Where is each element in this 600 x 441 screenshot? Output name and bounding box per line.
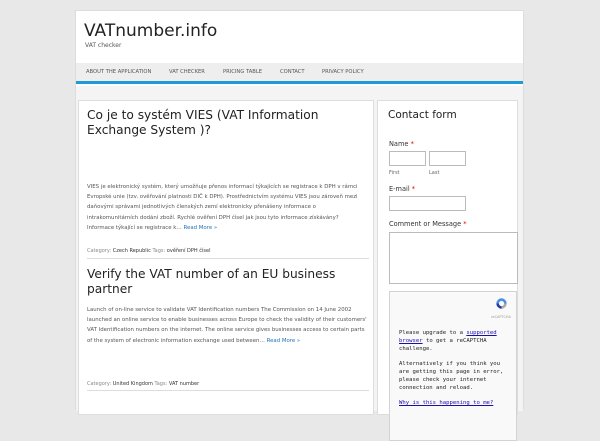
post-excerpt: Launch of on-line service to validate VA… — [87, 305, 367, 346]
tags-label: Tags: — [154, 381, 168, 387]
name-label: Name * — [389, 140, 414, 148]
post-excerpt-text: VIES je elektronický systém, který umožň… — [87, 184, 358, 231]
why-happening-link[interactable]: Why is this happening to me? — [399, 400, 493, 406]
post-divider — [87, 390, 369, 391]
comment-label-text: Comment or Message — [389, 220, 462, 228]
recaptcha-message: Please upgrade to a supported browser to… — [399, 330, 511, 408]
recaptcha-logo-text: reCAPTCHA — [491, 315, 511, 319]
site-title[interactable]: VATnumber.info — [84, 21, 217, 41]
post-excerpt-text: Launch of on-line service to validate VA… — [87, 307, 367, 344]
email-input[interactable] — [389, 196, 466, 211]
recaptcha-frame: reCAPTCHA Please upgrade to a supported … — [389, 291, 517, 441]
captcha-message-text: Please upgrade to a — [399, 330, 467, 336]
required-mark: * — [411, 185, 416, 193]
post-title[interactable]: Verify the VAT number of an EU business … — [87, 267, 369, 297]
email-label: E-mail * — [389, 185, 415, 193]
comment-label: Comment or Message * — [389, 220, 467, 228]
first-name-input[interactable] — [389, 151, 426, 166]
post-title[interactable]: Co je to systém VIES (VAT Information Ex… — [87, 108, 369, 138]
tag-link[interactable]: ověření DPH čísel — [167, 248, 211, 254]
nav-item-vat-checker[interactable]: VAT checker — [169, 69, 205, 75]
page-container: VATnumber.info VAT checker About the app… — [75, 10, 524, 441]
post-vies: Co je to systém VIES (VAT Information Ex… — [87, 108, 369, 258]
nav-item-pricing-table[interactable]: Pricing table — [223, 69, 262, 75]
nav-item-contact[interactable]: Contact — [280, 69, 305, 75]
category-label: Category: — [87, 381, 112, 387]
comment-textarea[interactable] — [389, 232, 518, 284]
post-verify-vat: Verify the VAT number of an EU business … — [87, 267, 369, 417]
content-area: Co je to systém VIES (VAT Information Ex… — [76, 86, 523, 441]
tag-link[interactable]: VAT number — [169, 381, 199, 387]
main-column: Co je to systém VIES (VAT Information Ex… — [78, 100, 374, 415]
category-link[interactable]: United Kingdom — [113, 381, 153, 387]
post-divider — [87, 258, 369, 259]
captcha-alt-message: Alternatively if you think you are getti… — [399, 361, 504, 391]
contact-form-title: Contact form — [388, 109, 457, 121]
site-description: VAT checker — [85, 42, 122, 49]
post-excerpt: VIES je elektronický systém, který umožň… — [87, 182, 367, 233]
required-mark: * — [410, 140, 414, 148]
sidebar: Contact form Name * First Last E-mail * … — [377, 100, 518, 441]
first-name-sublabel: First — [389, 170, 400, 176]
name-label-text: Name — [389, 140, 409, 148]
required-mark: * — [463, 220, 467, 228]
recaptcha-icon — [495, 298, 507, 309]
nav-item-privacy-policy[interactable]: Privacy policy — [322, 69, 364, 75]
post-meta: Category: Czech Republic Tags: ověření D… — [87, 248, 210, 254]
category-label: Category: — [87, 248, 112, 254]
nav-item-about[interactable]: About the application — [86, 69, 151, 75]
post-meta: Category: United Kingdom Tags: VAT numbe… — [87, 381, 199, 387]
main-navigation: About the application VAT checker Pricin… — [76, 63, 523, 84]
category-link[interactable]: Czech Republic — [113, 248, 151, 254]
read-more-link[interactable]: Read More » — [184, 225, 218, 231]
tags-label: Tags: — [152, 248, 166, 254]
read-more-link[interactable]: Read More » — [267, 338, 301, 344]
email-label-text: E-mail — [389, 185, 410, 193]
last-name-input[interactable] — [429, 151, 466, 166]
last-name-sublabel: Last — [429, 170, 440, 176]
recaptcha-logo: reCAPTCHA — [488, 295, 514, 319]
